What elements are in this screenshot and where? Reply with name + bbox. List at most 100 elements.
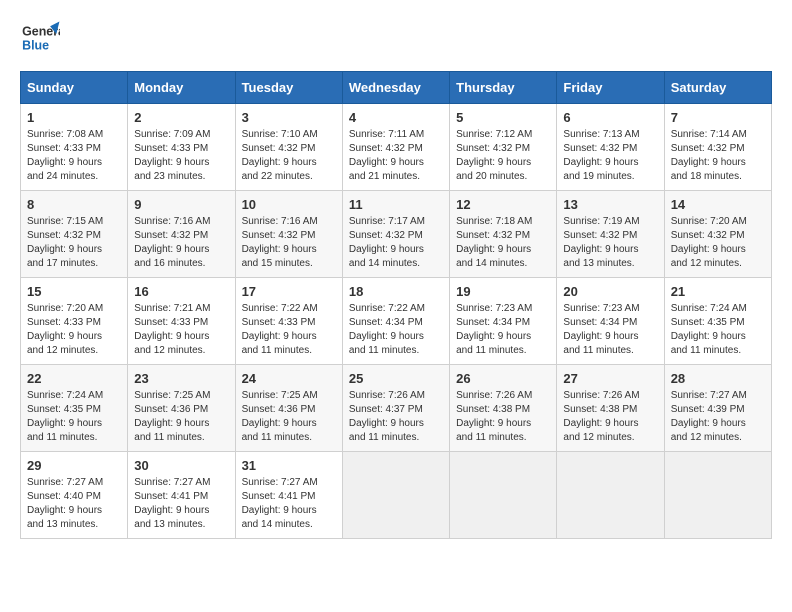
calendar-cell: 4 Sunrise: 7:11 AMSunset: 4:32 PMDayligh…: [342, 104, 449, 191]
cell-info: Sunrise: 7:15 AMSunset: 4:32 PMDaylight:…: [27, 216, 103, 269]
day-number: 21: [671, 284, 765, 299]
calendar-cell: 9 Sunrise: 7:16 AMSunset: 4:32 PMDayligh…: [128, 191, 235, 278]
day-number: 2: [134, 110, 228, 125]
day-number: 23: [134, 371, 228, 386]
calendar-cell: 13 Sunrise: 7:19 AMSunset: 4:32 PMDaylig…: [557, 191, 664, 278]
calendar-cell: 27 Sunrise: 7:26 AMSunset: 4:38 PMDaylig…: [557, 365, 664, 452]
calendar-cell: [557, 452, 664, 539]
svg-text:Blue: Blue: [22, 39, 49, 53]
calendar-cell: 11 Sunrise: 7:17 AMSunset: 4:32 PMDaylig…: [342, 191, 449, 278]
week-row-2: 8 Sunrise: 7:15 AMSunset: 4:32 PMDayligh…: [21, 191, 772, 278]
day-number: 18: [349, 284, 443, 299]
week-row-3: 15 Sunrise: 7:20 AMSunset: 4:33 PMDaylig…: [21, 278, 772, 365]
calendar-cell: 28 Sunrise: 7:27 AMSunset: 4:39 PMDaylig…: [664, 365, 771, 452]
cell-info: Sunrise: 7:09 AMSunset: 4:33 PMDaylight:…: [134, 129, 210, 182]
day-header-monday: Monday: [128, 72, 235, 104]
calendar-cell: 31 Sunrise: 7:27 AMSunset: 4:41 PMDaylig…: [235, 452, 342, 539]
page-header: General Blue: [20, 20, 772, 55]
cell-info: Sunrise: 7:16 AMSunset: 4:32 PMDaylight:…: [242, 216, 318, 269]
day-number: 17: [242, 284, 336, 299]
calendar-cell: 19 Sunrise: 7:23 AMSunset: 4:34 PMDaylig…: [450, 278, 557, 365]
cell-info: Sunrise: 7:20 AMSunset: 4:32 PMDaylight:…: [671, 216, 747, 269]
cell-info: Sunrise: 7:26 AMSunset: 4:37 PMDaylight:…: [349, 390, 425, 443]
day-number: 16: [134, 284, 228, 299]
cell-info: Sunrise: 7:23 AMSunset: 4:34 PMDaylight:…: [456, 303, 532, 356]
day-header-friday: Friday: [557, 72, 664, 104]
cell-info: Sunrise: 7:18 AMSunset: 4:32 PMDaylight:…: [456, 216, 532, 269]
logo-icon: General Blue: [20, 20, 60, 55]
cell-info: Sunrise: 7:11 AMSunset: 4:32 PMDaylight:…: [349, 129, 424, 182]
day-number: 22: [27, 371, 121, 386]
day-header-thursday: Thursday: [450, 72, 557, 104]
day-number: 19: [456, 284, 550, 299]
calendar-cell: 26 Sunrise: 7:26 AMSunset: 4:38 PMDaylig…: [450, 365, 557, 452]
calendar-cell: [342, 452, 449, 539]
calendar-cell: 24 Sunrise: 7:25 AMSunset: 4:36 PMDaylig…: [235, 365, 342, 452]
day-number: 12: [456, 197, 550, 212]
day-header-saturday: Saturday: [664, 72, 771, 104]
calendar-cell: 3 Sunrise: 7:10 AMSunset: 4:32 PMDayligh…: [235, 104, 342, 191]
calendar-cell: 5 Sunrise: 7:12 AMSunset: 4:32 PMDayligh…: [450, 104, 557, 191]
calendar-cell: 2 Sunrise: 7:09 AMSunset: 4:33 PMDayligh…: [128, 104, 235, 191]
calendar-cell: 10 Sunrise: 7:16 AMSunset: 4:32 PMDaylig…: [235, 191, 342, 278]
calendar-cell: 25 Sunrise: 7:26 AMSunset: 4:37 PMDaylig…: [342, 365, 449, 452]
calendar-body: 1 Sunrise: 7:08 AMSunset: 4:33 PMDayligh…: [21, 104, 772, 539]
calendar-cell: [450, 452, 557, 539]
calendar-cell: [664, 452, 771, 539]
day-header-sunday: Sunday: [21, 72, 128, 104]
calendar-cell: 29 Sunrise: 7:27 AMSunset: 4:40 PMDaylig…: [21, 452, 128, 539]
day-number: 20: [563, 284, 657, 299]
calendar-cell: 17 Sunrise: 7:22 AMSunset: 4:33 PMDaylig…: [235, 278, 342, 365]
day-number: 7: [671, 110, 765, 125]
cell-info: Sunrise: 7:27 AMSunset: 4:41 PMDaylight:…: [242, 477, 318, 530]
cell-info: Sunrise: 7:25 AMSunset: 4:36 PMDaylight:…: [134, 390, 210, 443]
calendar-cell: 30 Sunrise: 7:27 AMSunset: 4:41 PMDaylig…: [128, 452, 235, 539]
cell-info: Sunrise: 7:26 AMSunset: 4:38 PMDaylight:…: [563, 390, 639, 443]
calendar-cell: 21 Sunrise: 7:24 AMSunset: 4:35 PMDaylig…: [664, 278, 771, 365]
cell-info: Sunrise: 7:25 AMSunset: 4:36 PMDaylight:…: [242, 390, 318, 443]
cell-info: Sunrise: 7:08 AMSunset: 4:33 PMDaylight:…: [27, 129, 103, 182]
day-number: 30: [134, 458, 228, 473]
calendar-cell: 20 Sunrise: 7:23 AMSunset: 4:34 PMDaylig…: [557, 278, 664, 365]
calendar-cell: 22 Sunrise: 7:24 AMSunset: 4:35 PMDaylig…: [21, 365, 128, 452]
cell-info: Sunrise: 7:13 AMSunset: 4:32 PMDaylight:…: [563, 129, 639, 182]
day-number: 31: [242, 458, 336, 473]
calendar-cell: 18 Sunrise: 7:22 AMSunset: 4:34 PMDaylig…: [342, 278, 449, 365]
day-number: 13: [563, 197, 657, 212]
cell-info: Sunrise: 7:27 AMSunset: 4:39 PMDaylight:…: [671, 390, 747, 443]
cell-info: Sunrise: 7:19 AMSunset: 4:32 PMDaylight:…: [563, 216, 639, 269]
calendar-cell: 16 Sunrise: 7:21 AMSunset: 4:33 PMDaylig…: [128, 278, 235, 365]
calendar-cell: 6 Sunrise: 7:13 AMSunset: 4:32 PMDayligh…: [557, 104, 664, 191]
day-number: 25: [349, 371, 443, 386]
day-number: 29: [27, 458, 121, 473]
cell-info: Sunrise: 7:23 AMSunset: 4:34 PMDaylight:…: [563, 303, 639, 356]
logo: General Blue: [20, 20, 64, 55]
day-number: 8: [27, 197, 121, 212]
day-number: 1: [27, 110, 121, 125]
cell-info: Sunrise: 7:24 AMSunset: 4:35 PMDaylight:…: [27, 390, 103, 443]
cell-info: Sunrise: 7:10 AMSunset: 4:32 PMDaylight:…: [242, 129, 318, 182]
day-number: 3: [242, 110, 336, 125]
day-number: 10: [242, 197, 336, 212]
day-number: 4: [349, 110, 443, 125]
day-number: 14: [671, 197, 765, 212]
cell-info: Sunrise: 7:21 AMSunset: 4:33 PMDaylight:…: [134, 303, 210, 356]
calendar-cell: 1 Sunrise: 7:08 AMSunset: 4:33 PMDayligh…: [21, 104, 128, 191]
cell-info: Sunrise: 7:12 AMSunset: 4:32 PMDaylight:…: [456, 129, 532, 182]
week-row-1: 1 Sunrise: 7:08 AMSunset: 4:33 PMDayligh…: [21, 104, 772, 191]
calendar-cell: 12 Sunrise: 7:18 AMSunset: 4:32 PMDaylig…: [450, 191, 557, 278]
day-number: 27: [563, 371, 657, 386]
cell-info: Sunrise: 7:20 AMSunset: 4:33 PMDaylight:…: [27, 303, 103, 356]
cell-info: Sunrise: 7:26 AMSunset: 4:38 PMDaylight:…: [456, 390, 532, 443]
day-number: 28: [671, 371, 765, 386]
week-row-5: 29 Sunrise: 7:27 AMSunset: 4:40 PMDaylig…: [21, 452, 772, 539]
calendar-cell: 23 Sunrise: 7:25 AMSunset: 4:36 PMDaylig…: [128, 365, 235, 452]
cell-info: Sunrise: 7:24 AMSunset: 4:35 PMDaylight:…: [671, 303, 747, 356]
cell-info: Sunrise: 7:27 AMSunset: 4:41 PMDaylight:…: [134, 477, 210, 530]
cell-info: Sunrise: 7:14 AMSunset: 4:32 PMDaylight:…: [671, 129, 747, 182]
day-number: 15: [27, 284, 121, 299]
day-number: 9: [134, 197, 228, 212]
calendar-cell: 7 Sunrise: 7:14 AMSunset: 4:32 PMDayligh…: [664, 104, 771, 191]
day-number: 6: [563, 110, 657, 125]
calendar-cell: 8 Sunrise: 7:15 AMSunset: 4:32 PMDayligh…: [21, 191, 128, 278]
